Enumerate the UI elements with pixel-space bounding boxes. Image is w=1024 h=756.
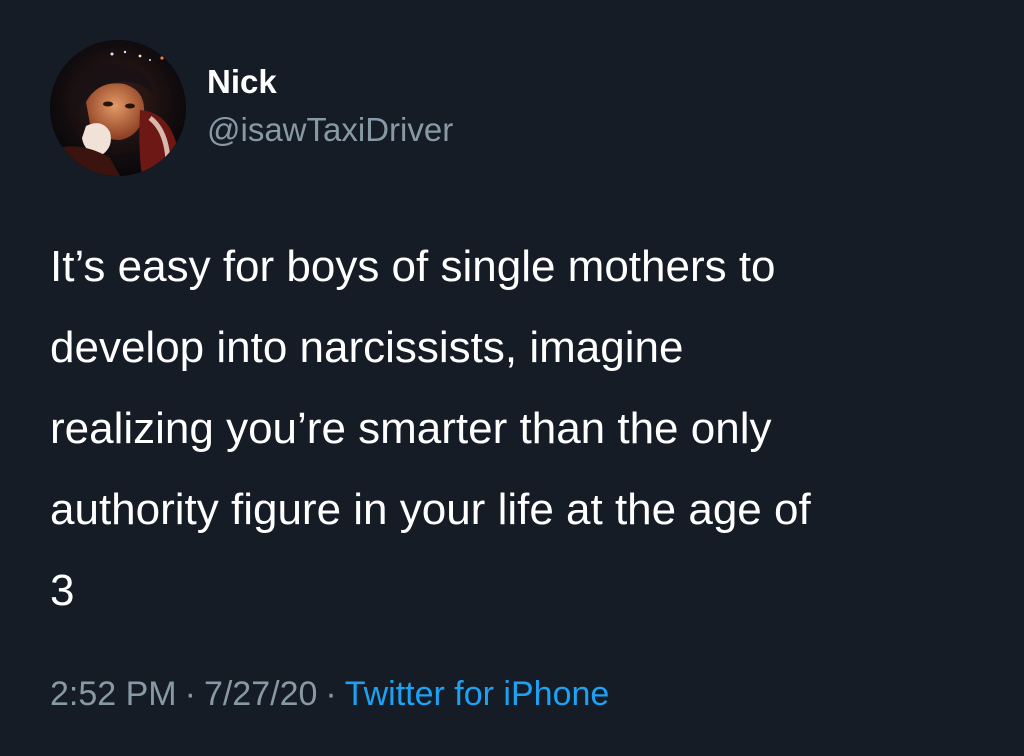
- meta-separator: ·: [184, 675, 196, 713]
- avatar[interactable]: [50, 40, 186, 176]
- avatar-image: [50, 40, 186, 176]
- tweet-source-link[interactable]: Twitter for iPhone: [345, 675, 610, 713]
- tweet-text-line: develop into narcissists, imagine: [50, 323, 684, 372]
- tweet-card: Nick @isawTaxiDriver It’s easy for boys …: [0, 0, 1024, 756]
- tweet-text-line: realizing you’re smarter than the only: [50, 404, 772, 453]
- tweet-date[interactable]: 7/27/20: [204, 675, 317, 713]
- tweet-text-line: It’s easy for boys of single mothers to: [50, 242, 776, 291]
- tweet-text-line: 3: [50, 566, 75, 615]
- tweet-text-line: authority figure in your life at the age…: [50, 485, 811, 534]
- meta-separator: ·: [325, 675, 337, 713]
- author-name[interactable]: Nick: [207, 62, 277, 102]
- tweet-text: It’s easy for boys of single mothers to …: [50, 226, 980, 631]
- tweet-meta: 2:52 PM · 7/27/20 · Twitter for iPhone: [50, 672, 609, 716]
- tweet-time[interactable]: 2:52 PM: [50, 675, 177, 713]
- author-handle[interactable]: @isawTaxiDriver: [207, 110, 453, 150]
